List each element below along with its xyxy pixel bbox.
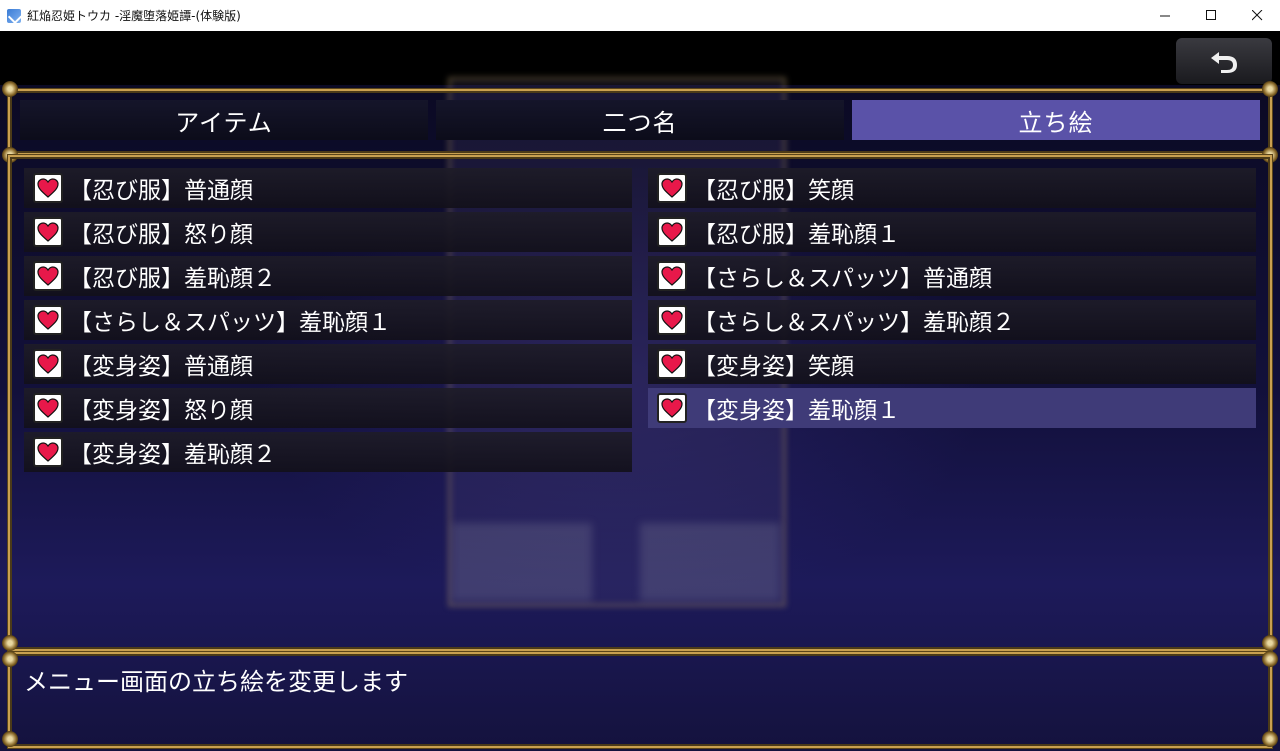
tab-titles[interactable]: 二つ名	[436, 100, 844, 140]
heart-icon	[657, 173, 687, 203]
heart-icon	[33, 305, 63, 335]
heart-icon	[33, 217, 63, 247]
list-item-label: 【忍び服】羞恥顔１	[693, 222, 900, 248]
close-button[interactable]	[1234, 0, 1280, 31]
heart-icon	[657, 393, 687, 423]
close-icon	[1251, 10, 1262, 21]
frame-ornament	[2, 731, 18, 747]
app-icon	[7, 8, 21, 23]
frame-ornament	[1262, 635, 1278, 651]
list-item[interactable]: 【忍び服】怒り顔	[24, 212, 632, 252]
window-title-bar: 紅焔忍姫トウカ -淫魔堕落姫譚-(体験版)	[0, 0, 1280, 31]
list-item[interactable]: 【さらし＆スパッツ】羞恥顔２	[648, 300, 1256, 340]
frame-ornament	[2, 81, 18, 97]
minimize-button[interactable]	[1142, 0, 1188, 31]
list-item[interactable]: 【忍び服】笑顔	[648, 168, 1256, 208]
window-title: 紅焔忍姫トウカ -淫魔堕落姫譚-(体験版)	[27, 9, 241, 23]
tab-bar: アイテム 二つ名 立ち絵	[20, 100, 1260, 142]
list-item-label: 【変身姿】羞恥顔１	[693, 398, 900, 424]
list-item-label: 【忍び服】羞恥顔２	[69, 266, 276, 292]
list-item[interactable]: 【変身姿】羞恥顔２	[24, 432, 632, 472]
list-item-label: 【忍び服】笑顔	[693, 178, 854, 204]
minimize-icon	[1159, 15, 1170, 17]
list-item[interactable]: 【さらし＆スパッツ】普通顔	[648, 256, 1256, 296]
list-item-label: 【変身姿】羞恥顔２	[69, 442, 276, 468]
list-item[interactable]: 【忍び服】普通顔	[24, 168, 632, 208]
list-item-label: 【さらし＆スパッツ】普通顔	[693, 266, 992, 292]
game-screen: アイテム 二つ名 立ち絵 【忍び服】普通顔 【忍び服】笑顔 【忍び服】怒り顔 【忍び服…	[0, 31, 1280, 751]
list-item[interactable]: 【変身姿】普通顔	[24, 344, 632, 384]
list-item[interactable]: 【変身姿】笑顔	[648, 344, 1256, 384]
frame-ornament	[2, 635, 18, 651]
list-item-label: 【変身姿】普通顔	[69, 354, 253, 380]
frame-ornament	[2, 651, 18, 667]
heart-icon	[33, 349, 63, 379]
list-item[interactable]: 【さらし＆スパッツ】羞恥顔１	[24, 300, 632, 340]
heart-icon	[33, 173, 63, 203]
frame-ornament	[1262, 731, 1278, 747]
heart-icon	[657, 349, 687, 379]
undo-arrow-icon	[1211, 52, 1237, 73]
tab-portraits[interactable]: 立ち絵	[852, 100, 1260, 140]
list-item-label: 【変身姿】笑顔	[693, 354, 854, 380]
frame-ornament	[1262, 651, 1278, 667]
list-item-label: 【忍び服】怒り顔	[69, 222, 253, 248]
portrait-list: 【忍び服】普通顔 【忍び服】笑顔【忍び服】怒り顔 【忍び服】羞恥顔１ 【忍び服】羞恥顔…	[24, 168, 1258, 480]
heart-icon	[657, 261, 687, 291]
maximize-icon	[1205, 10, 1216, 20]
list-item-label: 【忍び服】普通顔	[69, 178, 253, 204]
frame-ornament	[1262, 81, 1278, 97]
heart-icon	[33, 261, 63, 291]
list-item-label: 【さらし＆スパッツ】羞恥顔２	[693, 310, 1015, 336]
list-item[interactable]: 【忍び服】羞恥顔２	[24, 256, 632, 296]
back-button[interactable]	[1176, 38, 1272, 84]
list-item[interactable]: 【忍び服】羞恥顔１	[648, 212, 1256, 252]
heart-icon	[33, 393, 63, 423]
tab-items[interactable]: アイテム	[20, 100, 428, 140]
heart-icon	[657, 217, 687, 247]
maximize-button[interactable]	[1188, 0, 1234, 31]
list-item[interactable]: 【変身姿】羞恥顔１	[648, 388, 1256, 428]
help-description: メニュー画面の立ち絵を変更します	[24, 668, 408, 696]
heart-icon	[657, 305, 687, 335]
list-item-label: 【さらし＆スパッツ】羞恥顔１	[69, 310, 391, 336]
list-item[interactable]: 【変身姿】怒り顔	[24, 388, 632, 428]
heart-icon	[33, 437, 63, 467]
list-item-label: 【変身姿】怒り顔	[69, 398, 253, 424]
